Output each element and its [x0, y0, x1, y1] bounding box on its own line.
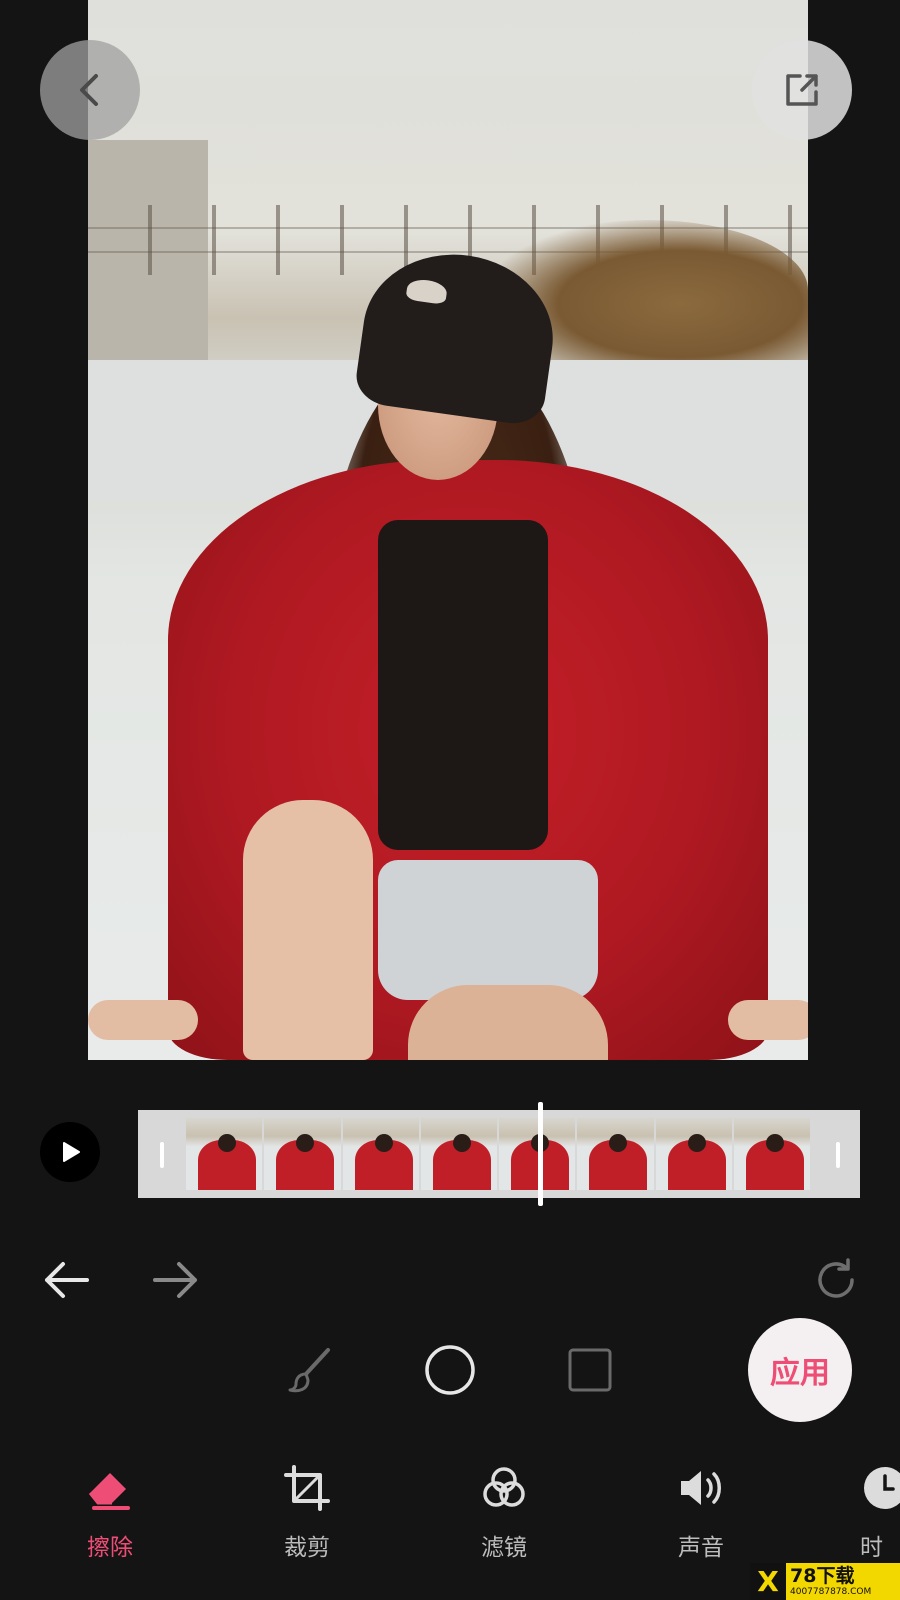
play-icon [63, 1142, 80, 1162]
redo-button[interactable] [148, 1252, 204, 1308]
timeline-strip[interactable] [138, 1110, 860, 1198]
subject-shorts [378, 860, 598, 1000]
subject-shirt [378, 520, 548, 850]
video-preview [88, 0, 808, 1060]
trim-handle-right[interactable] [836, 1142, 840, 1168]
share-button[interactable] [752, 40, 852, 140]
brush-icon [288, 1348, 330, 1393]
clock-icon [860, 1462, 900, 1514]
filter-icon [474, 1462, 534, 1514]
circle-tool[interactable] [422, 1342, 478, 1398]
timeline-frame [264, 1118, 341, 1190]
tab-label: 声音 [678, 1535, 724, 1561]
back-button[interactable] [40, 40, 140, 140]
subject-hand-right [728, 1000, 808, 1040]
watermark-logo: X [750, 1563, 786, 1600]
site-watermark: X 78下载 4007787878.COM [750, 1563, 900, 1600]
subject-leg-2 [408, 985, 608, 1060]
tab-filter[interactable]: 滤镜 [449, 1462, 559, 1562]
tab-label: 时 [860, 1535, 883, 1561]
volume-icon [671, 1462, 731, 1514]
watermark-url: 4007787878.COM [790, 1586, 872, 1597]
share-icon [786, 74, 818, 106]
tab-time[interactable]: 时 [860, 1462, 900, 1562]
trim-handle-left[interactable] [160, 1142, 164, 1168]
subject-hand-left [88, 1000, 198, 1040]
refresh-icon [818, 1258, 854, 1298]
square-tool[interactable] [562, 1342, 618, 1398]
tab-erase[interactable]: 擦除 [55, 1462, 165, 1562]
undo-button[interactable] [38, 1252, 94, 1308]
timeline-frame [733, 1118, 810, 1190]
arrow-left-icon [45, 1262, 89, 1298]
timeline-frames [186, 1118, 812, 1190]
tab-crop[interactable]: 裁剪 [252, 1462, 362, 1562]
watermark-brand: 78下载 [790, 1564, 855, 1587]
play-button[interactable] [40, 1122, 100, 1182]
apply-button[interactable]: 应用 [748, 1318, 852, 1422]
timeline-frame [186, 1118, 263, 1190]
tab-label: 裁剪 [284, 1535, 330, 1561]
timeline-frame [655, 1118, 732, 1190]
reset-button[interactable] [808, 1252, 864, 1308]
timeline-frame [342, 1118, 419, 1190]
brush-tool[interactable] [282, 1342, 338, 1398]
chevron-left-icon [80, 74, 98, 106]
apply-label: 应用 [770, 1356, 830, 1391]
arrow-right-icon [153, 1262, 197, 1298]
crop-icon [277, 1462, 337, 1514]
subject-leg [243, 800, 373, 1060]
tab-label: 擦除 [87, 1535, 133, 1561]
eraser-icon [80, 1462, 140, 1514]
tab-label: 滤镜 [481, 1535, 527, 1561]
timeline-frame [420, 1118, 497, 1190]
circle-icon [425, 1345, 475, 1395]
playhead[interactable] [538, 1102, 543, 1206]
square-icon [568, 1348, 612, 1392]
tab-sound[interactable]: 声音 [646, 1462, 756, 1562]
timeline-frame [577, 1118, 654, 1190]
